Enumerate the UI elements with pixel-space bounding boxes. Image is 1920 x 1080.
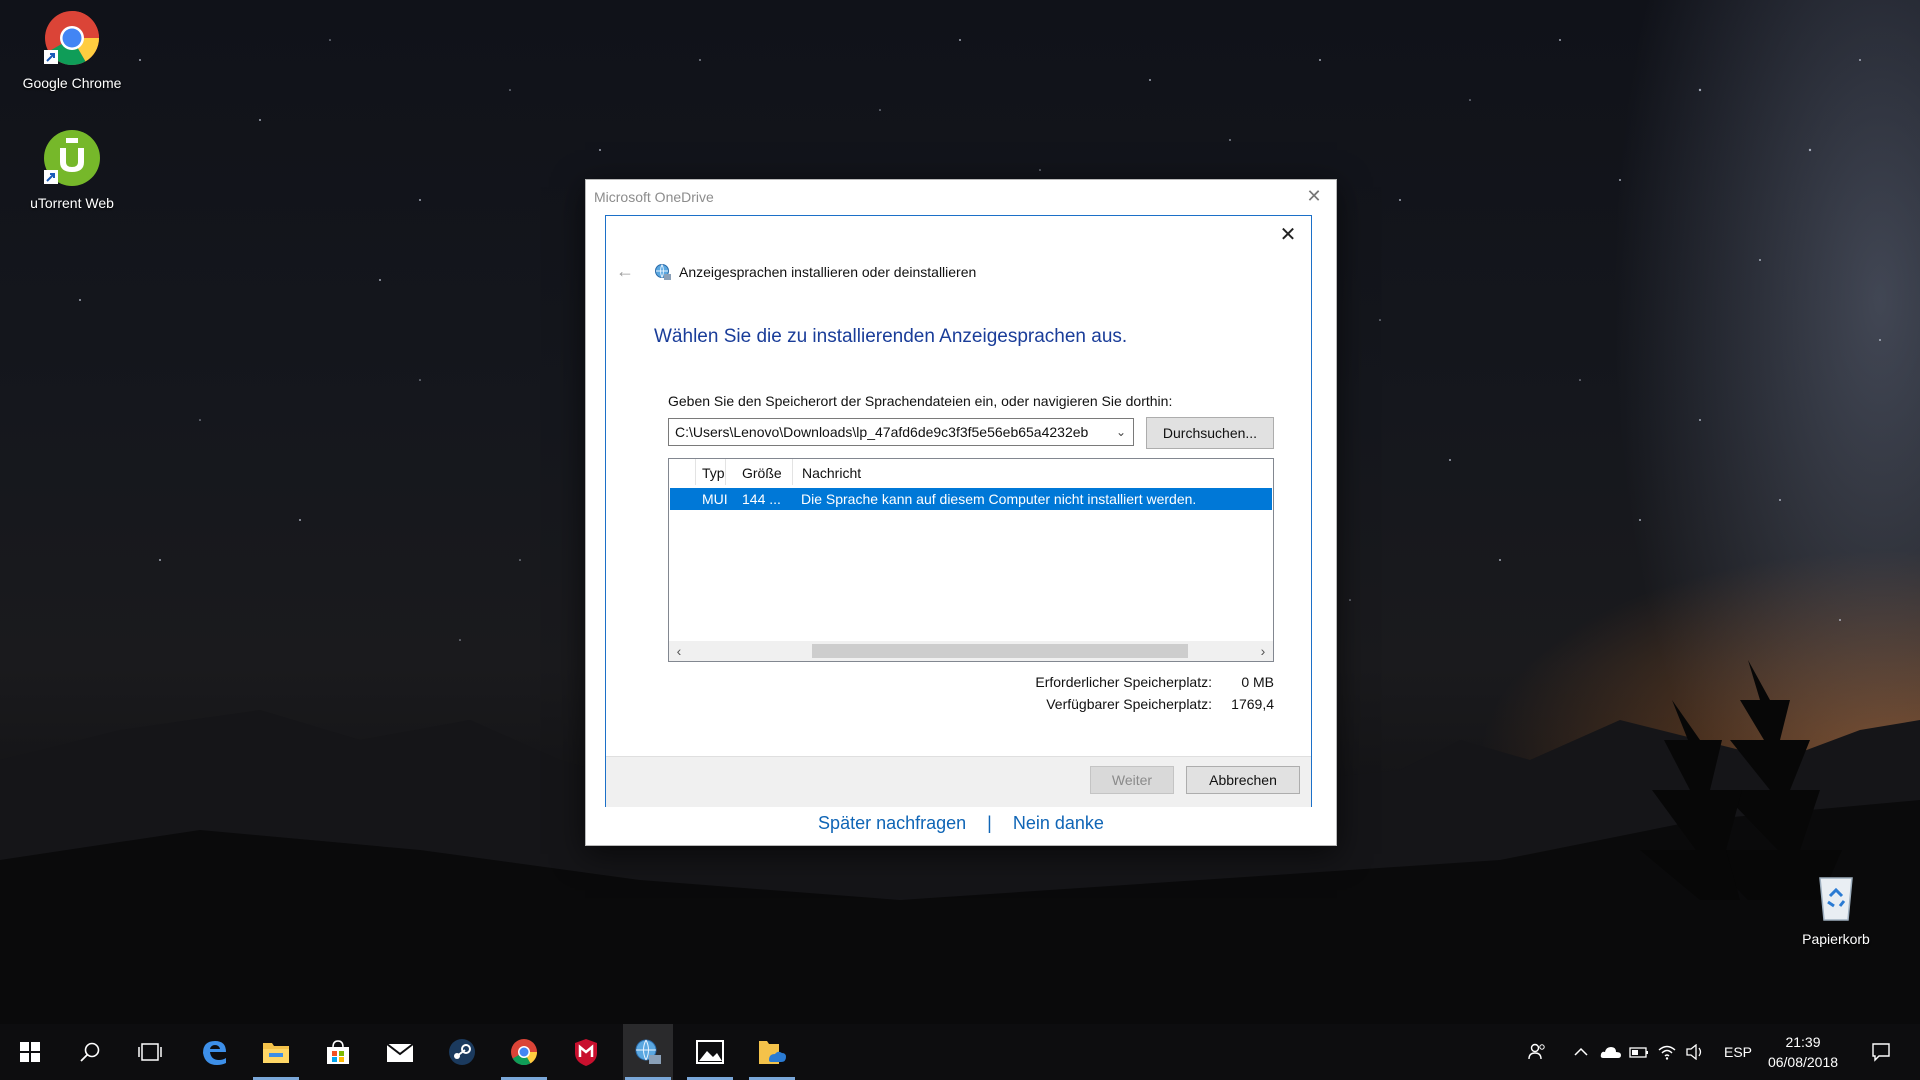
ask-later-link[interactable]: Später nachfragen — [818, 813, 966, 833]
column-header-size[interactable]: Größe — [742, 465, 782, 481]
scroll-right-icon[interactable]: › — [1255, 642, 1271, 660]
taskbar-store[interactable] — [313, 1024, 363, 1080]
tray-network[interactable] — [1654, 1024, 1680, 1080]
available-space-label: Verfügbarer Speicherplatz: — [1046, 696, 1212, 712]
recycle-bin-icon — [1819, 877, 1853, 921]
browse-button[interactable]: Durchsuchen... — [1146, 417, 1274, 449]
taskbar-mcafee[interactable] — [561, 1024, 611, 1080]
search-button[interactable] — [65, 1024, 115, 1080]
desktop-icon-chrome[interactable]: Google Chrome — [12, 8, 132, 91]
row-type: MUI — [702, 491, 728, 507]
taskbar-clock[interactable]: 21:39 06/08/2018 — [1758, 1032, 1848, 1072]
desktop-icon-label: uTorrent Web — [30, 195, 114, 211]
path-label: Geben Sie den Speicherort der Sprachenda… — [668, 393, 1173, 409]
table-row[interactable]: MUI 144 ... Die Sprache kann auf diesem … — [670, 488, 1272, 510]
store-icon — [327, 1040, 349, 1064]
chrome-icon — [44, 11, 100, 66]
list-header: Typ Größe Nachricht — [669, 459, 1273, 485]
chevron-down-icon[interactable]: ⌄ — [1113, 423, 1129, 441]
tray-battery[interactable] — [1626, 1024, 1652, 1080]
folder-onedrive-icon — [759, 1041, 786, 1064]
taskbar-photos[interactable] — [685, 1024, 735, 1080]
desktop-icon-recycle-bin[interactable]: Papierkorb — [1776, 868, 1896, 947]
language-settings-icon — [635, 1039, 661, 1064]
taskbar-mail[interactable] — [375, 1024, 425, 1080]
task-view-button[interactable] — [125, 1024, 175, 1080]
dialog-heading: Wählen Sie die zu installierenden Anzeig… — [654, 326, 1128, 347]
path-value: C:\Users\Lenovo\Downloads\lp_47afd6de9c3… — [675, 424, 1089, 440]
link-separator: | — [987, 813, 992, 833]
column-header-message[interactable]: Nachricht — [802, 465, 861, 481]
cloud-icon — [1600, 1047, 1621, 1058]
language-globe-icon — [655, 264, 671, 280]
photos-icon — [696, 1040, 724, 1064]
language-file-list[interactable]: Typ Größe Nachricht MUI 144 ... Die Spra… — [668, 458, 1274, 662]
column-header-type[interactable]: Typ — [702, 465, 725, 481]
taskbar-language-settings[interactable] — [623, 1024, 673, 1080]
taskbar: ESP 21:39 06/08/2018 — [0, 1024, 1920, 1080]
task-view-icon — [138, 1043, 162, 1061]
wifi-icon — [1658, 1045, 1676, 1060]
input-language-indicator[interactable]: ESP — [1714, 1024, 1762, 1080]
tray-onedrive[interactable] — [1598, 1024, 1624, 1080]
available-space-value: 1769,4 — [1231, 696, 1274, 712]
battery-icon — [1629, 1047, 1648, 1058]
scrollbar-thumb[interactable] — [812, 644, 1188, 658]
column-divider[interactable] — [725, 459, 726, 485]
utorrent-icon — [44, 130, 100, 186]
people-icon — [1528, 1043, 1545, 1060]
column-divider[interactable] — [695, 459, 696, 485]
column-divider[interactable] — [792, 459, 793, 485]
volume-icon — [1686, 1044, 1702, 1060]
show-hidden-icons-button[interactable] — [1568, 1024, 1594, 1080]
dialog-close-button[interactable]: ✕ — [1275, 222, 1301, 248]
onedrive-close-button[interactable]: ✕ — [1302, 184, 1326, 208]
people-button[interactable] — [1520, 1024, 1554, 1080]
dialog-footer: Weiter Abbrechen — [606, 756, 1311, 807]
path-combobox[interactable]: C:\Users\Lenovo\Downloads\lp_47afd6de9c3… — [668, 418, 1134, 446]
notification-icon — [1872, 1043, 1890, 1062]
dialog-header-title: Anzeigesprachen installieren oder deinst… — [679, 264, 977, 280]
cancel-button[interactable]: Abbrechen — [1186, 766, 1300, 794]
steam-icon — [449, 1039, 475, 1065]
search-icon — [80, 1042, 100, 1062]
start-button[interactable] — [5, 1024, 55, 1080]
tray-volume[interactable] — [1682, 1024, 1708, 1080]
scroll-left-icon[interactable]: ‹ — [671, 642, 687, 660]
file-explorer-icon — [263, 1043, 289, 1063]
next-button[interactable]: Weiter — [1090, 766, 1174, 794]
clock-time: 21:39 — [1785, 1034, 1821, 1050]
chrome-icon — [511, 1039, 538, 1066]
taskbar-edge[interactable] — [189, 1024, 239, 1080]
back-arrow-icon[interactable]: ← — [616, 261, 634, 282]
action-center-button[interactable] — [1860, 1024, 1902, 1080]
desktop-icon-label: Google Chrome — [22, 75, 122, 91]
start-icon — [20, 1042, 40, 1062]
required-space-value: 0 MB — [1241, 674, 1274, 690]
desktop-icon-utorrent[interactable]: uTorrent Web — [12, 128, 132, 211]
required-space-label: Erforderlicher Speicherplatz: — [1035, 674, 1212, 690]
row-size: 144 ... — [742, 491, 781, 507]
desktop-icon-label: Papierkorb — [1802, 931, 1870, 947]
onedrive-window-title: Microsoft OneDrive — [594, 189, 714, 205]
row-message: Die Sprache kann auf diesem Computer nic… — [801, 491, 1197, 507]
mail-icon — [386, 1043, 414, 1062]
chevron-up-icon — [1574, 1047, 1588, 1056]
no-thanks-link[interactable]: Nein danke — [1013, 813, 1104, 833]
taskbar-onedrive-folder[interactable] — [747, 1024, 797, 1080]
taskbar-chrome[interactable] — [499, 1024, 549, 1080]
language-install-dialog: ✕ ← Anzeigesprachen installieren oder de… — [605, 215, 1312, 807]
edge-icon — [203, 1041, 226, 1065]
taskbar-file-explorer[interactable] — [251, 1024, 301, 1080]
mcafee-icon — [575, 1039, 597, 1066]
horizontal-scrollbar[interactable]: ‹ › — [669, 641, 1273, 661]
clock-date: 06/08/2018 — [1767, 1054, 1839, 1070]
taskbar-steam[interactable] — [437, 1024, 487, 1080]
onedrive-links: Später nachfragen | Nein danke — [586, 813, 1336, 834]
